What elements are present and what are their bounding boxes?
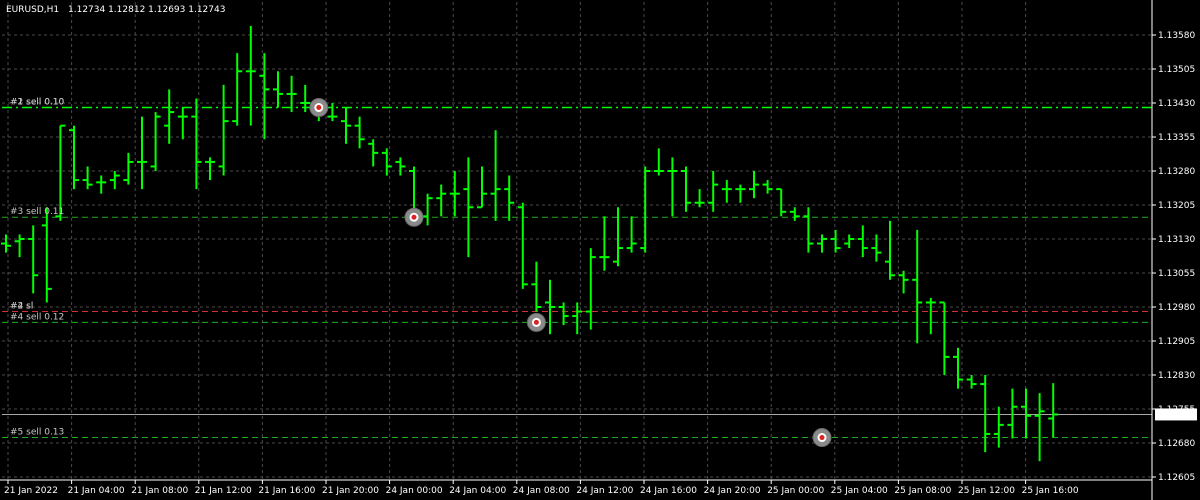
price-tick-label: 1.12605 <box>1158 473 1195 483</box>
time-tick-label: 24 Jan 04:00 <box>449 486 506 496</box>
price-tick-label: 1.13130 <box>1158 235 1195 245</box>
price-tick-label: 1.13580 <box>1158 31 1195 41</box>
time-tick-label: 24 Jan 00:00 <box>386 486 443 496</box>
time-tick-label: 21 Jan 08:00 <box>131 486 188 496</box>
price-tick-label: 1.12905 <box>1158 337 1195 347</box>
time-tick-label: 25 Jan 12:00 <box>958 486 1015 496</box>
entry-marker-dot <box>819 435 825 441</box>
time-tick-label: 21 Jan 04:00 <box>68 486 125 496</box>
chart-window[interactable]: #1 sell 0.10 #2 sell 0.10 #3 sell 0.11 #4 s… <box>0 0 1200 500</box>
time-tick-label: 21 Jan 16:00 <box>258 486 315 496</box>
order-label: #4 sell 0.12 <box>10 312 64 322</box>
time-tick-label: 21 Jan 12:00 <box>195 486 252 496</box>
current-price-label: 1.12743 <box>1158 411 1195 421</box>
time-tick-label: 24 Jan 20:00 <box>704 486 761 496</box>
ohlc-readout: 1.12734 1.12812 1.12693 1.12743 <box>68 5 225 15</box>
price-tick-label: 1.13055 <box>1158 269 1195 279</box>
price-tick-label: 1.13505 <box>1158 65 1195 75</box>
entry-marker-dot <box>411 214 417 220</box>
time-tick-label: 25 Jan 04:00 <box>831 486 888 496</box>
price-tick-label: 1.12680 <box>1158 439 1195 449</box>
price-tick-label: 1.12830 <box>1158 371 1195 381</box>
price-tick-label: 1.13430 <box>1158 99 1195 109</box>
entry-marker-dot <box>533 319 539 325</box>
order-label: #2 sl <box>10 302 33 312</box>
order-label: #3 sell 0.11 <box>10 207 64 217</box>
entry-marker-dot <box>316 105 322 111</box>
chart-background <box>0 0 1200 500</box>
order-label: #2 sell 0.10 <box>10 98 65 108</box>
time-tick-label: 25 Jan 00:00 <box>767 486 824 496</box>
price-tick-label: 1.12980 <box>1158 303 1195 313</box>
price-tick-label: 1.13355 <box>1158 133 1195 143</box>
time-tick-label: 24 Jan 12:00 <box>576 486 633 496</box>
symbol-label: EURUSD,H1 <box>6 5 59 15</box>
time-tick-label: 21 Jan 2022 <box>4 486 58 496</box>
time-tick-label: 25 Jan 08:00 <box>894 486 951 496</box>
price-tick-label: 1.13280 <box>1158 167 1195 177</box>
time-tick-label: 24 Jan 16:00 <box>640 486 697 496</box>
time-tick-label: 25 Jan 16:00 <box>1022 486 1079 496</box>
time-tick-label: 24 Jan 08:00 <box>513 486 570 496</box>
price-chart[interactable]: #1 sell 0.10#2 sell 0.10#3 sell 0.11#4 s… <box>0 0 1200 500</box>
chart-symbol-title: EURUSD,H1 1.12734 1.12812 1.12693 1.1274… <box>6 5 225 15</box>
time-tick-label: 21 Jan 20:00 <box>322 486 379 496</box>
price-tick-label: 1.13205 <box>1158 201 1195 211</box>
order-label: #5 sell 0.13 <box>10 428 64 438</box>
